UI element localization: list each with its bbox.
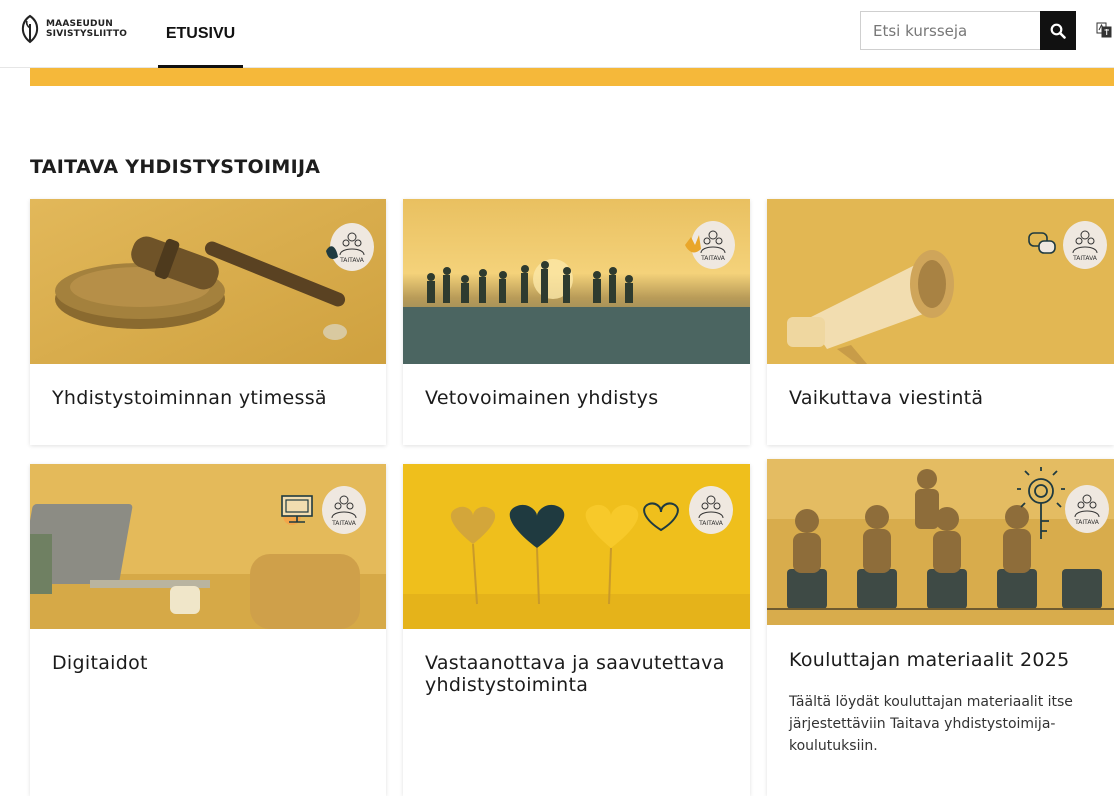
taitava-badge-icon: TAITAVA <box>1017 467 1109 539</box>
logo-line-2: SIVISTYSLIITTO <box>46 29 128 39</box>
course-card[interactable]: TAITAVA Vetovoimainen yhdistys <box>403 199 750 445</box>
logo-text: MAASEUDUN SIVISTYSLIITTO <box>46 19 127 39</box>
card-image-megaphone: TAITAVA <box>767 199 1114 364</box>
card-image-jumping-people: TAITAVA <box>403 199 750 364</box>
card-title[interactable]: Vastaanottava ja saavutettava yhdistysto… <box>425 652 725 696</box>
search-button[interactable] <box>1040 11 1076 50</box>
taitava-badge-icon: TAITAVA <box>326 223 374 271</box>
svg-text:TAITAVA: TAITAVA <box>698 520 724 527</box>
site-header: MAASEUDUN SIVISTYSLIITTO ETUSIVU <box>0 0 1114 68</box>
svg-text:TAITAVA: TAITAVA <box>339 257 365 264</box>
taitava-badge-icon: TAITAVA <box>1028 221 1107 269</box>
search-icon <box>1050 23 1066 39</box>
logo-leaf-icon <box>21 14 39 44</box>
taitava-badge-icon: TAITAVA <box>685 221 735 269</box>
card-image-gavel: TAITAVA <box>30 199 386 364</box>
search-input[interactable] <box>860 11 1040 50</box>
card-description: Täältä löydät kouluttajan materiaalit it… <box>789 694 1073 754</box>
taitava-badge-icon: TAITAVA <box>281 486 366 534</box>
taitava-badge-icon: TAITAVA <box>643 486 733 534</box>
course-card[interactable]: TAITAVA Yhdistystoiminnan ytimessä <box>30 199 386 445</box>
svg-text:TAITAVA: TAITAVA <box>1072 255 1098 262</box>
card-title[interactable]: Kouluttajan materiaalit 2025 <box>789 649 1070 671</box>
logo-line-1: MAASEUDUN <box>46 19 113 29</box>
card-image-laptop: TAITAVA <box>30 464 386 629</box>
svg-text:TAITAVA: TAITAVA <box>1074 519 1100 526</box>
course-card[interactable]: TAITAVA Digitaidot <box>30 464 386 796</box>
card-title[interactable]: Vetovoimainen yhdistys <box>425 387 658 409</box>
site-logo[interactable]: MAASEUDUN SIVISTYSLIITTO <box>18 14 127 44</box>
card-title[interactable]: Digitaidot <box>52 652 148 674</box>
course-card[interactable]: TAITAVA Vaikuttava viestintä <box>767 199 1114 445</box>
svg-text:TAITAVA: TAITAVA <box>331 520 357 527</box>
nav-home-link[interactable]: ETUSIVU <box>158 0 243 68</box>
course-card[interactable]: TAITAVA Vastaanottava ja saavutettava yh… <box>403 464 750 796</box>
card-image-hearts: TAITAVA <box>403 464 750 629</box>
card-image-classroom: TAITAVA <box>767 459 1114 625</box>
card-title[interactable]: Yhdistystoiminnan ytimessä <box>52 387 327 409</box>
language-icon[interactable] <box>1096 22 1112 38</box>
course-card[interactable]: TAITAVA Kouluttajan materiaalit 2025 Tää… <box>767 459 1114 796</box>
section-title: TAITAVA YHDISTYSTOIMIJA <box>30 156 321 178</box>
svg-text:TAITAVA: TAITAVA <box>700 255 726 262</box>
announcement-banner <box>30 68 1114 86</box>
course-search <box>860 11 1076 50</box>
card-title[interactable]: Vaikuttava viestintä <box>789 387 983 409</box>
